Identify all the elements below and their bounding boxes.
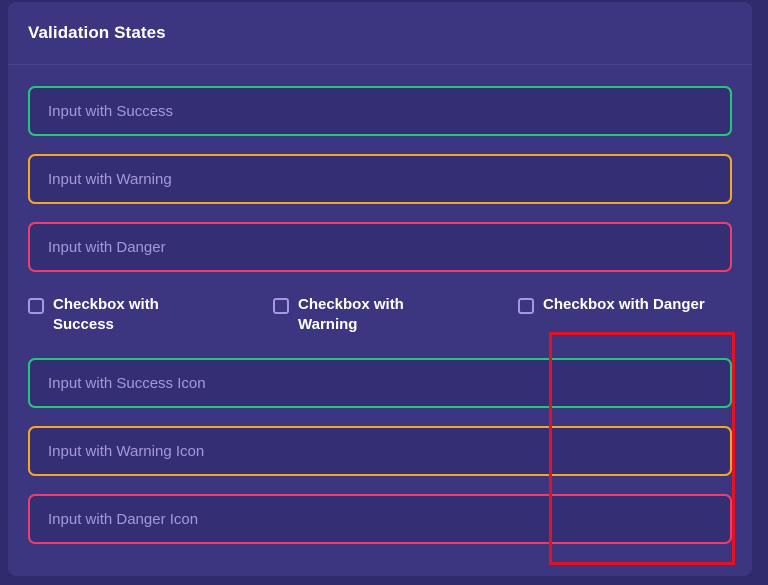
validation-states-card: Validation States Checkbox with Success … [8,2,752,576]
checkbox-with-danger[interactable]: Checkbox with Danger [518,295,705,315]
checkbox-danger-box[interactable] [518,298,534,314]
checkbox-success-label-line1: Checkbox with [53,296,159,313]
checkbox-danger-label: Checkbox with Danger [543,296,705,313]
input-with-danger-icon[interactable] [28,494,732,544]
checkbox-success-box[interactable] [28,298,44,314]
input-with-success[interactable] [28,86,732,136]
input-with-warning[interactable] [28,154,732,204]
checkbox-warning-label-line1: Checkbox with [298,296,404,313]
card-title: Validation States [28,23,166,42]
checkbox-warning-box[interactable] [273,298,289,314]
checkbox-with-warning[interactable]: Checkbox with Warning [273,295,404,335]
checkbox-warning-label: Checkbox with Warning [298,295,404,335]
checkbox-success-label-line2: Success [53,316,114,333]
card-header: Validation States [8,2,752,65]
checkbox-warning-label-line2: Warning [298,316,358,333]
checkbox-success-label: Checkbox with Success [53,295,159,335]
checkbox-with-success[interactable]: Checkbox with Success [28,295,159,335]
input-with-success-icon[interactable] [28,358,732,408]
input-with-danger[interactable] [28,222,732,272]
input-with-warning-icon[interactable] [28,426,732,476]
